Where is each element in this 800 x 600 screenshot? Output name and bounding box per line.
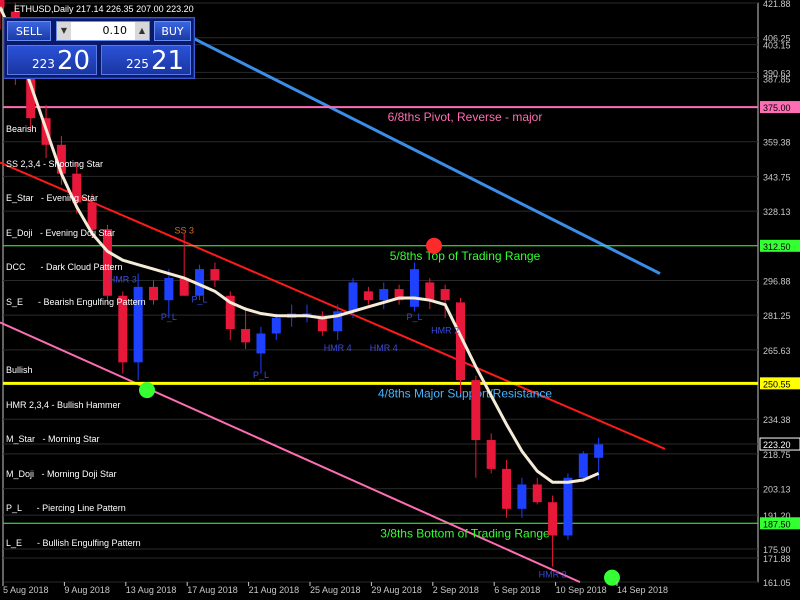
price-tick-label: 171.88 <box>763 554 791 564</box>
bull-candle <box>271 317 281 334</box>
lot-increase-icon[interactable]: ▲ <box>135 22 149 40</box>
price-tick-label: 187.50 <box>763 519 791 529</box>
price-tick-label: 281.25 <box>763 311 791 321</box>
bear-candle <box>241 329 251 343</box>
price-tick-label: 223.20 <box>763 440 791 450</box>
bull-candle <box>348 282 358 312</box>
lot-size-field[interactable]: ▼ 0.10 ▲ <box>56 21 150 41</box>
price-tick-label: 375.00 <box>763 103 791 113</box>
price-tick-label: 234.38 <box>763 415 791 425</box>
legend-bearish-item: SS 2,3,4 - Shooting Star <box>6 158 104 169</box>
legend-bearish-title: Bearish <box>6 124 37 134</box>
price-tick-label: 403.15 <box>763 41 791 51</box>
date-tick-label: 5 Aug 2018 <box>3 585 49 595</box>
bear-candle <box>502 468 512 509</box>
price-tick-label: 387.85 <box>763 75 791 85</box>
pattern-marker: P_L <box>253 370 269 380</box>
price-tick-label: 421.88 <box>763 0 791 9</box>
date-tick-label: 14 Sep 2018 <box>617 585 668 595</box>
one-click-trading-panel: SELL ▼ 0.10 ▲ BUY 223 20 225 21 <box>3 17 195 79</box>
legend-bullish-item: P_L - Piercing Line Pattern <box>6 503 126 513</box>
date-tick-label: 13 Aug 2018 <box>126 585 177 595</box>
bear-candle <box>149 286 158 301</box>
price-tick-label: 250.55 <box>763 379 791 389</box>
price-tick-label: 359.38 <box>763 138 791 148</box>
bear-candle <box>471 380 481 441</box>
price-axis-bg <box>759 0 800 600</box>
price-tick-label: 312.50 <box>763 242 791 252</box>
sell-price-small: 223 <box>32 57 55 71</box>
lot-decrease-icon[interactable]: ▼ <box>57 22 71 40</box>
buy-price-small: 225 <box>126 57 149 71</box>
pattern-marker: HMR 4 <box>370 343 398 353</box>
date-tick-label: 21 Aug 2018 <box>249 585 300 595</box>
price-tick-label: 296.88 <box>763 276 791 286</box>
pattern-legend: Bearish SS 2,3,4 - Shooting Star E_Star … <box>6 101 146 561</box>
legend-bearish-item: E_Doji - Evening Doji Star <box>6 227 116 238</box>
price-tick-label: 203.13 <box>763 485 791 495</box>
date-tick-label: 9 Aug 2018 <box>64 585 110 595</box>
level-label: 3/8ths Bottom of Trading Range <box>380 526 550 540</box>
buy-price-big: 21 <box>151 46 185 76</box>
bull-candle <box>379 289 389 301</box>
buy-quote[interactable]: 225 21 <box>101 45 191 76</box>
upper-channel-line <box>179 30 661 275</box>
bull-candle <box>563 477 573 536</box>
price-tick-label: 343.75 <box>763 172 791 182</box>
date-tick-label: 25 Aug 2018 <box>310 585 361 595</box>
lot-size-value[interactable]: 0.10 <box>103 22 128 40</box>
bear-candle <box>0 0 5 8</box>
bear-candle <box>425 282 435 301</box>
legend-bullish-item: M_Doji - Morning Doji Star <box>6 468 117 479</box>
pattern-marker: P_L <box>406 312 422 322</box>
bull-candle <box>164 277 174 301</box>
bear-candle <box>486 440 496 469</box>
legend-bearish-item: DCC - Dark Cloud Pattern <box>6 262 123 272</box>
pattern-marker: HMR 4 <box>324 343 352 353</box>
buy-button[interactable]: BUY <box>154 21 191 41</box>
bear-candle <box>210 269 220 281</box>
bull-candle <box>594 444 604 458</box>
bull-candle <box>409 269 419 307</box>
price-tick-label: 265.63 <box>763 346 791 356</box>
symbol-header: ETHUSD,Daily 217.14 226.35 207.00 223.20 <box>14 4 194 14</box>
date-tick-label: 2 Sep 2018 <box>433 585 479 595</box>
price-tick-label: 218.75 <box>763 450 791 460</box>
legend-bullish-title: Bullish <box>6 365 33 375</box>
bear-candle <box>363 291 373 301</box>
price-tick-label: 161.05 <box>763 578 791 588</box>
pattern-marker: HMR 2 <box>539 570 567 580</box>
date-tick-label: 17 Aug 2018 <box>187 585 238 595</box>
bull-candle <box>256 333 266 354</box>
level-label: 5/8ths Top of Trading Range <box>390 249 541 263</box>
bear-candle <box>548 502 558 536</box>
bear-candle <box>440 289 450 301</box>
sell-quote[interactable]: 223 20 <box>7 45 97 76</box>
legend-bullish-item: L_E - Bullish Engulfing Pattern <box>6 537 141 548</box>
legend-bullish-item: HMR 2,3,4 - Bullish Hammer <box>6 399 121 410</box>
bull-candle <box>517 484 527 509</box>
low-touch-dot <box>604 569 620 586</box>
pattern-marker: SS 3 <box>174 226 194 236</box>
sell-price-big: 20 <box>57 46 91 76</box>
legend-bearish-item: S_E - Bearish Engulfing Pattern <box>6 296 146 307</box>
legend-bearish-item: E_Star - Evening Star <box>6 193 99 203</box>
bull-candle <box>578 453 588 478</box>
sell-button[interactable]: SELL <box>7 21 51 41</box>
date-tick-label: 6 Sep 2018 <box>494 585 540 595</box>
legend-bullish-item: M_Star - Morning Star <box>6 434 100 444</box>
date-tick-label: 10 Sep 2018 <box>556 585 607 595</box>
price-tick-label: 328.13 <box>763 207 791 217</box>
bear-candle <box>532 484 542 503</box>
date-tick-label: 29 Aug 2018 <box>371 585 422 595</box>
pattern-marker: P_L <box>161 312 177 322</box>
resistance-touch-dot <box>426 237 442 254</box>
level-label: 6/8ths Pivot, Reverse - major <box>388 110 543 124</box>
pattern-marker: HMR 2 <box>431 325 459 335</box>
pattern-marker: P_L <box>192 294 208 304</box>
level-label: 4/8ths Major Support/Resistance <box>378 386 552 400</box>
